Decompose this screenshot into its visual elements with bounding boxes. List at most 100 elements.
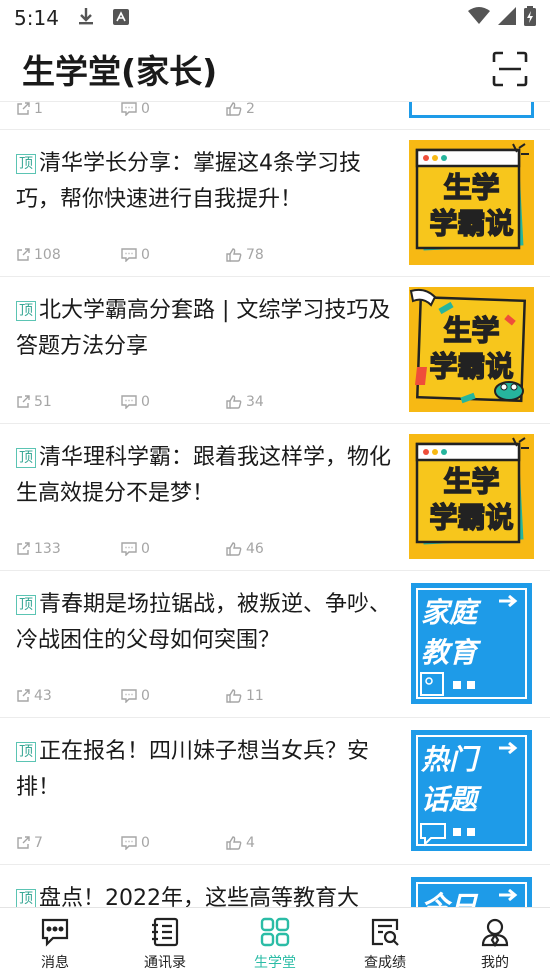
app-header: 生学堂(家长)	[0, 36, 550, 102]
thumbnail-text: 生学 学霸说	[429, 313, 515, 384]
article-title[interactable]: 顶清华学长分享：掌握这4条学习技巧，帮你快速进行自我提升！	[16, 146, 396, 218]
nav-label: 通讯录	[144, 955, 186, 971]
thumbnail-text: 生学 学霸说	[429, 464, 515, 535]
list-item[interactable]: 顶青春期是场拉锯战，被叛逆、争吵、冷战困住的父母如何突围？ 43 0 11 家庭…	[0, 571, 550, 718]
nav-item-contacts[interactable]: 通讯录	[110, 908, 220, 980]
comment-stat[interactable]: 0	[121, 541, 226, 557]
thumbs-up-icon	[226, 102, 242, 116]
thumbnail-text: 热门 话题	[421, 743, 478, 816]
thumbs-up-icon	[226, 836, 242, 850]
nav-item-profile[interactable]: 我的	[440, 908, 550, 980]
article-title[interactable]: 顶清华理科学霸：跟着我这样学，物化生高效提分不是梦！	[16, 440, 396, 512]
article-stats: 43 0 11	[16, 688, 331, 704]
nav-label: 消息	[41, 955, 69, 971]
pinned-tag: 顶	[16, 154, 36, 174]
profile-icon	[481, 918, 509, 948]
pinned-tag: 顶	[16, 595, 36, 615]
article-thumbnail	[409, 102, 534, 118]
article-feed[interactable]: 1 0 2 顶清华学长分享：掌握这4条学习技巧，帮你快速进行自我提升！ 108 …	[0, 102, 550, 907]
article-stats: 1 0 2	[16, 102, 331, 117]
article-stats: 108 0 78	[16, 247, 331, 263]
share-icon	[17, 102, 30, 115]
pinned-tag: 顶	[16, 301, 36, 321]
thumbnail-text: 家庭 教育	[421, 596, 478, 669]
comment-icon	[121, 689, 137, 703]
like-stat[interactable]: 11	[226, 688, 331, 704]
list-item[interactable]: 顶盘点！2022年，这些高等教育大 今日	[0, 865, 550, 907]
comment-stat[interactable]: 0	[121, 102, 226, 117]
download-icon	[77, 6, 95, 31]
wifi-icon	[468, 6, 490, 30]
contacts-icon	[152, 917, 179, 947]
thumbs-up-icon	[226, 395, 242, 409]
score-search-icon	[371, 918, 399, 946]
pinned-tag: 顶	[16, 448, 36, 468]
article-title[interactable]: 顶盘点！2022年，这些高等教育大	[16, 881, 396, 907]
thumbs-up-icon	[226, 689, 242, 703]
list-item[interactable]: 顶北大学霸高分套路 | 文综学习技巧及答题方法分享 51 0 34 生学 学霸说	[0, 277, 550, 424]
thumbs-up-icon	[226, 542, 242, 556]
article-title[interactable]: 顶青春期是场拉锯战，被叛逆、争吵、冷战困住的父母如何突围？	[16, 587, 396, 659]
nav-label: 生学堂	[254, 955, 296, 971]
bottom-nav: 消息 通讯录 生学堂 查成绩 我的	[0, 907, 550, 980]
battery-icon	[524, 5, 536, 31]
thumbs-up-icon	[226, 248, 242, 262]
comment-stat[interactable]: 0	[121, 835, 226, 851]
signal-icon	[498, 6, 516, 30]
share-stat[interactable]: 133	[16, 541, 121, 557]
scan-icon	[492, 51, 528, 86]
nav-item-shengxuetang[interactable]: 生学堂	[220, 908, 330, 980]
thumbnail-text: 生学 学霸说	[429, 170, 515, 241]
keyboard-indicator-icon	[112, 6, 129, 30]
comment-stat[interactable]: 0	[121, 394, 226, 410]
comment-icon	[121, 102, 137, 116]
article-thumbnail[interactable]: 热门 话题	[409, 728, 534, 853]
grid-icon	[260, 917, 290, 947]
nav-item-messages[interactable]: 消息	[0, 908, 110, 980]
comment-stat[interactable]: 0	[121, 688, 226, 704]
status-bar: 5:14	[0, 0, 550, 36]
article-stats: 133 0 46	[16, 541, 331, 557]
share-icon	[17, 689, 30, 702]
article-stats: 51 0 34	[16, 394, 331, 410]
article-stats: 7 0 4	[16, 835, 331, 851]
share-stat[interactable]: 108	[16, 247, 121, 263]
list-item[interactable]: 顶清华理科学霸：跟着我这样学，物化生高效提分不是梦！ 133 0 46 生学 学…	[0, 424, 550, 571]
article-title[interactable]: 顶正在报名！四川妹子想当女兵？安排！	[16, 734, 396, 806]
comment-stat[interactable]: 0	[121, 247, 226, 263]
scan-button[interactable]	[490, 49, 530, 89]
pinned-tag: 顶	[16, 742, 36, 762]
like-stat[interactable]: 2	[226, 102, 331, 117]
share-icon	[17, 395, 30, 408]
list-item[interactable]: 顶正在报名！四川妹子想当女兵？安排！ 7 0 4 热门 话题	[0, 718, 550, 865]
article-thumbnail[interactable]: 生学 学霸说	[409, 434, 534, 559]
status-time: 5:14	[14, 6, 59, 30]
share-stat[interactable]: 51	[16, 394, 121, 410]
share-stat[interactable]: 7	[16, 835, 121, 851]
article-thumbnail[interactable]: 生学 学霸说	[409, 140, 534, 265]
article-thumbnail[interactable]: 生学 学霸说	[409, 287, 534, 412]
comment-icon	[121, 836, 137, 850]
thumbnail-text: 今日	[421, 890, 478, 907]
page-title: 生学堂(家长)	[22, 51, 218, 91]
share-icon	[17, 542, 30, 555]
nav-label: 我的	[481, 955, 509, 971]
like-stat[interactable]: 4	[226, 835, 331, 851]
like-stat[interactable]: 34	[226, 394, 331, 410]
article-thumbnail[interactable]: 家庭 教育	[409, 581, 534, 706]
comment-icon	[121, 542, 137, 556]
share-stat[interactable]: 43	[16, 688, 121, 704]
share-stat[interactable]: 1	[16, 102, 121, 117]
nav-item-scores[interactable]: 查成绩	[330, 908, 440, 980]
list-item[interactable]: 顶清华学长分享：掌握这4条学习技巧，帮你快速进行自我提升！ 108 0 78 生…	[0, 130, 550, 277]
like-stat[interactable]: 78	[226, 247, 331, 263]
list-item-partial[interactable]: 1 0 2	[0, 102, 550, 130]
nav-label: 查成绩	[364, 955, 406, 971]
article-title[interactable]: 顶北大学霸高分套路 | 文综学习技巧及答题方法分享	[16, 293, 396, 365]
article-thumbnail[interactable]: 今日	[409, 875, 534, 907]
share-icon	[17, 836, 30, 849]
comment-icon	[121, 395, 137, 409]
pinned-tag: 顶	[16, 889, 36, 907]
message-icon	[41, 918, 69, 947]
like-stat[interactable]: 46	[226, 541, 331, 557]
